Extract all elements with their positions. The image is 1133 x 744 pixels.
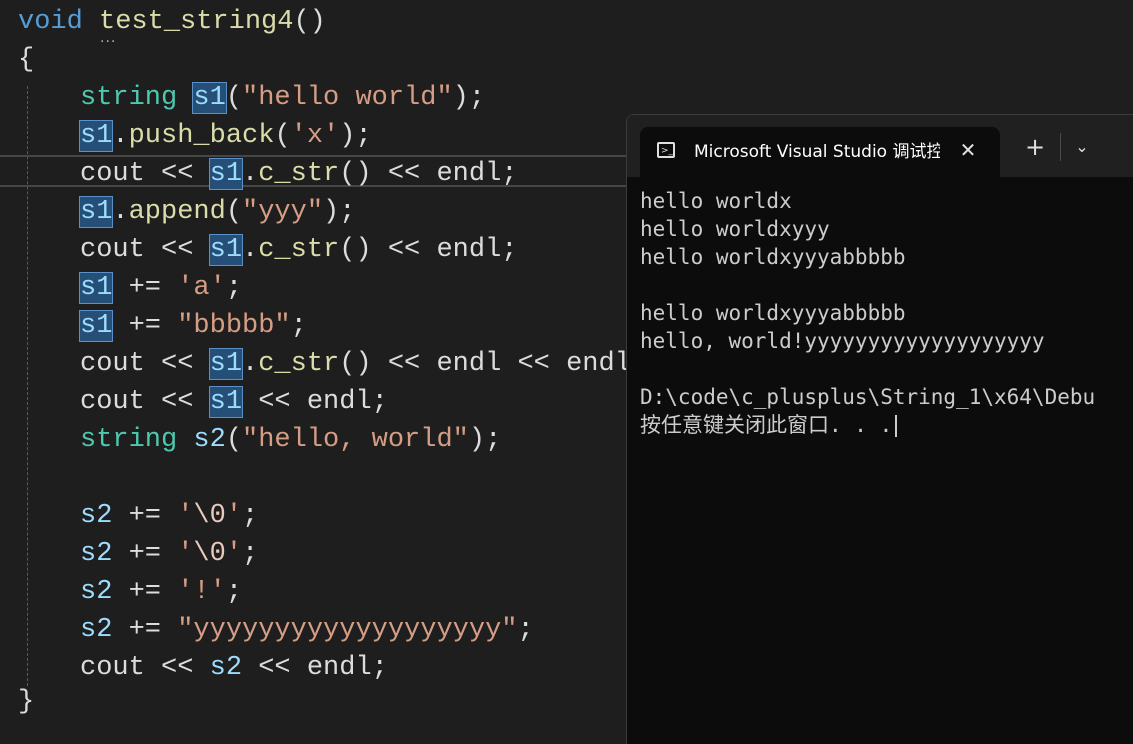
console-output-line: hello worldxyyyabbbbb xyxy=(640,245,906,269)
text-cursor xyxy=(895,415,898,437)
code-line-close-brace[interactable]: } xyxy=(18,683,34,721)
code-line-2[interactable]: s1.push_back('x'); xyxy=(78,117,372,155)
function-parens: () xyxy=(293,7,326,37)
chevron-down-icon[interactable]: ⌄ xyxy=(1068,133,1096,161)
console-output-line: hello, world!yyyyyyyyyyyyyyyyyyy xyxy=(640,329,1045,353)
code-line-15[interactable]: cout << s2 << endl; xyxy=(80,649,388,687)
console-icon: >_ xyxy=(657,142,675,158)
symbol-highlight[interactable]: s1 xyxy=(192,82,227,114)
code-line-10[interactable]: string s2("hello, world"); xyxy=(80,421,501,459)
console-prompt-line: 按任意键关闭此窗口. . . xyxy=(640,411,898,439)
symbol-highlight[interactable]: s1 xyxy=(208,234,244,266)
symbol-highlight[interactable]: s1 xyxy=(78,196,114,228)
code-line-6[interactable]: s1 += 'a'; xyxy=(78,269,242,307)
code-line-5[interactable]: cout << s1.c_str() << endl; xyxy=(80,231,517,269)
code-line-14[interactable]: s2 += "yyyyyyyyyyyyyyyyyyy"; xyxy=(80,611,534,649)
console-prompt-text: 按任意键关闭此窗口. . . xyxy=(640,413,893,437)
code-line-1[interactable]: string s1("hello world"); xyxy=(80,79,485,117)
symbol-highlight[interactable]: s1 xyxy=(208,386,244,418)
console-output-line: D:\code\c_plusplus\String_1\x64\Debu xyxy=(640,385,1096,409)
symbol-highlight[interactable]: s1 xyxy=(78,272,114,304)
console-output-line: hello worldx xyxy=(640,189,792,213)
code-line-open-brace[interactable]: { xyxy=(18,41,34,79)
console-output-line: hello worldxyyyabbbbb xyxy=(640,301,906,325)
code-line-4[interactable]: s1.append("yyy"); xyxy=(78,193,355,231)
code-line-12[interactable]: s2 += '\0'; xyxy=(80,535,258,573)
code-line-7[interactable]: s1 += "bbbbb"; xyxy=(78,307,307,345)
code-line-11[interactable]: s2 += '\0'; xyxy=(80,497,258,535)
code-line-3[interactable]: cout << s1.c_str() << endl; xyxy=(80,155,517,193)
terminal-tab[interactable]: >_ Microsoft Visual Studio 调试控制台 ✕ xyxy=(640,127,1000,177)
tab-bar-separator xyxy=(1060,133,1061,161)
code-line-signature[interactable]: void test_string4() xyxy=(18,3,326,41)
tab-title: Microsoft Visual Studio 调试控制台 xyxy=(694,142,940,162)
code-line-8[interactable]: cout << s1.c_str() << endl << endl; xyxy=(80,345,647,383)
symbol-highlight[interactable]: s1 xyxy=(78,310,114,342)
peek-dots-icon[interactable]: ... xyxy=(100,30,116,46)
terminal-tab-bar: >_ Microsoft Visual Studio 调试控制台 ✕ + ⌄ xyxy=(627,115,1133,177)
symbol-highlight[interactable]: s1 xyxy=(208,158,244,190)
symbol-highlight[interactable]: s1 xyxy=(208,348,244,380)
console-output-line: hello worldxyyy xyxy=(640,217,830,241)
code-line-13[interactable]: s2 += '!'; xyxy=(80,573,242,611)
function-name[interactable]: test_string4 xyxy=(99,7,293,37)
terminal-window[interactable]: >_ Microsoft Visual Studio 调试控制台 ✕ + ⌄ h… xyxy=(626,114,1133,744)
new-tab-button[interactable]: + xyxy=(1021,133,1049,161)
close-tab-button[interactable]: ✕ xyxy=(954,136,982,164)
code-line-9[interactable]: cout << s1 << endl; xyxy=(80,383,388,421)
symbol-highlight[interactable]: s1 xyxy=(78,120,114,152)
keyword-void: void xyxy=(18,7,83,37)
